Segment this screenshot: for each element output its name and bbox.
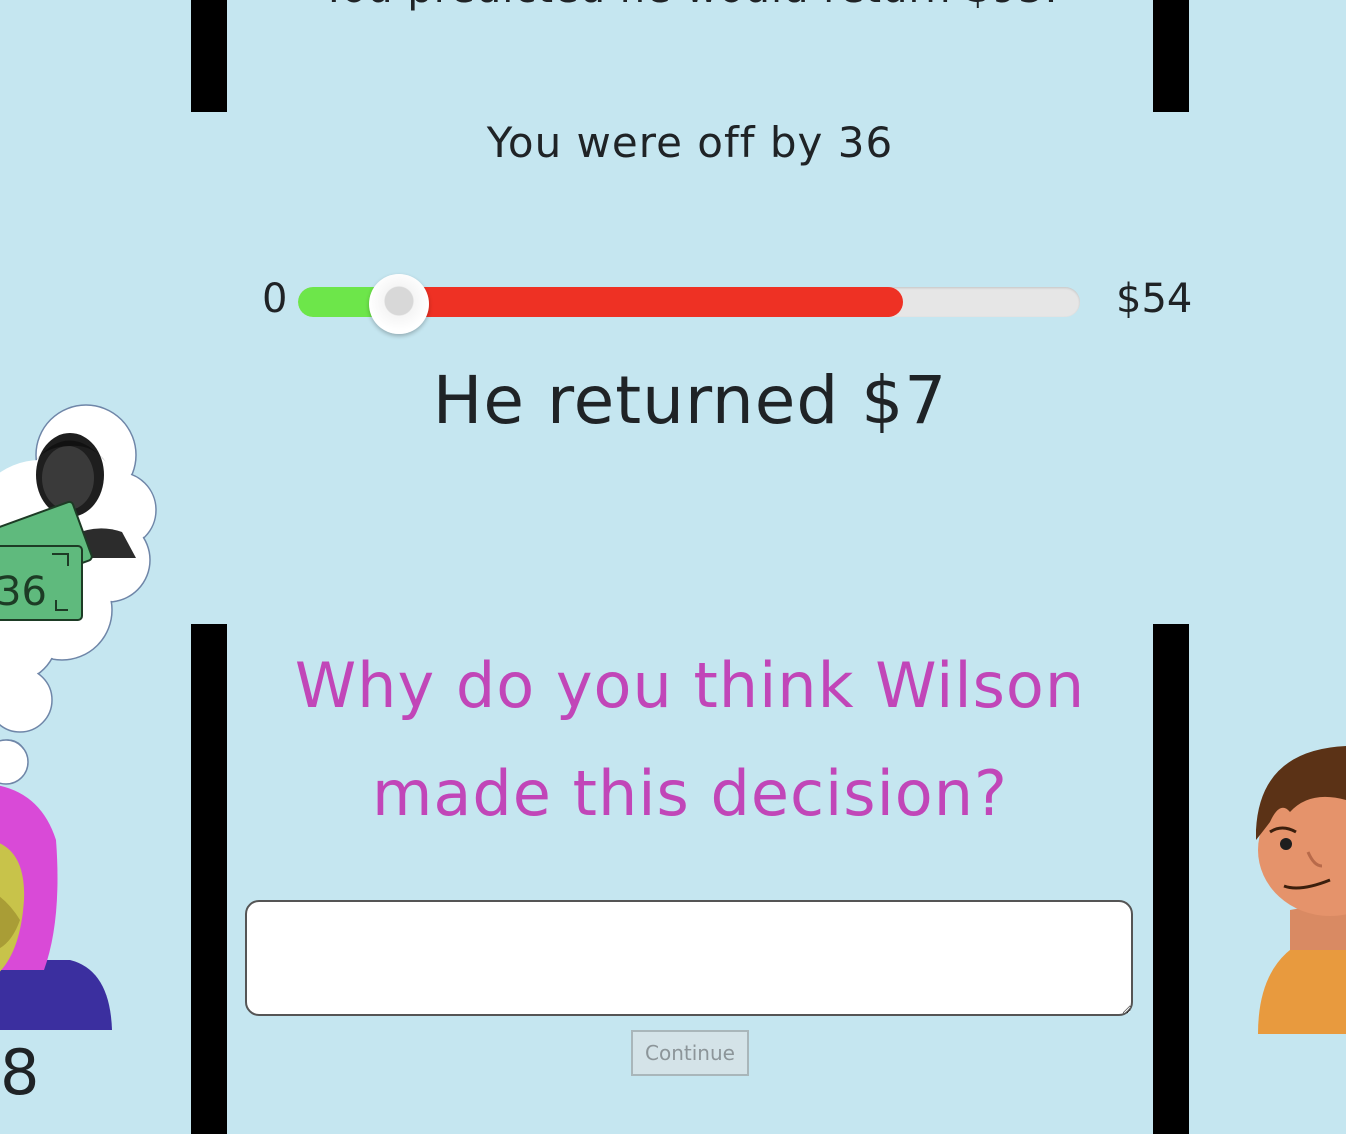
left-player-figure-icon: [0, 785, 112, 1030]
slider-max-label: $54: [1116, 276, 1193, 322]
question-line-1: Why do you think Wilson: [294, 649, 1086, 722]
right-player-avatar: [1256, 746, 1346, 1034]
thought-money-label: 36: [0, 569, 47, 615]
predicted-text: You predicted he would return $93.: [227, 0, 1153, 12]
left-player-avatar: 36: [0, 404, 157, 1030]
question-heading: Why do you think Wilson made this decisi…: [227, 632, 1153, 848]
continue-button[interactable]: Continue: [631, 1030, 749, 1076]
returned-text: He returned $7: [432, 362, 948, 439]
reason-textarea[interactable]: [245, 900, 1133, 1016]
left-player-amount: 8: [0, 1036, 40, 1109]
off-by-text: You were off by 36: [486, 118, 894, 167]
slider-difference-fill: [395, 287, 903, 317]
question-line-2: made this decision?: [372, 757, 1008, 830]
right-black-bar-bottom: [1153, 624, 1189, 1134]
left-black-bar-top: [191, 0, 227, 112]
left-black-bar-bottom: [191, 624, 227, 1134]
game-stage: You predicted he would return $93. You w…: [0, 0, 1346, 1134]
slider-min-label: 0: [262, 276, 288, 322]
right-black-bar-top: [1153, 0, 1189, 112]
slider-knob: [369, 274, 429, 334]
